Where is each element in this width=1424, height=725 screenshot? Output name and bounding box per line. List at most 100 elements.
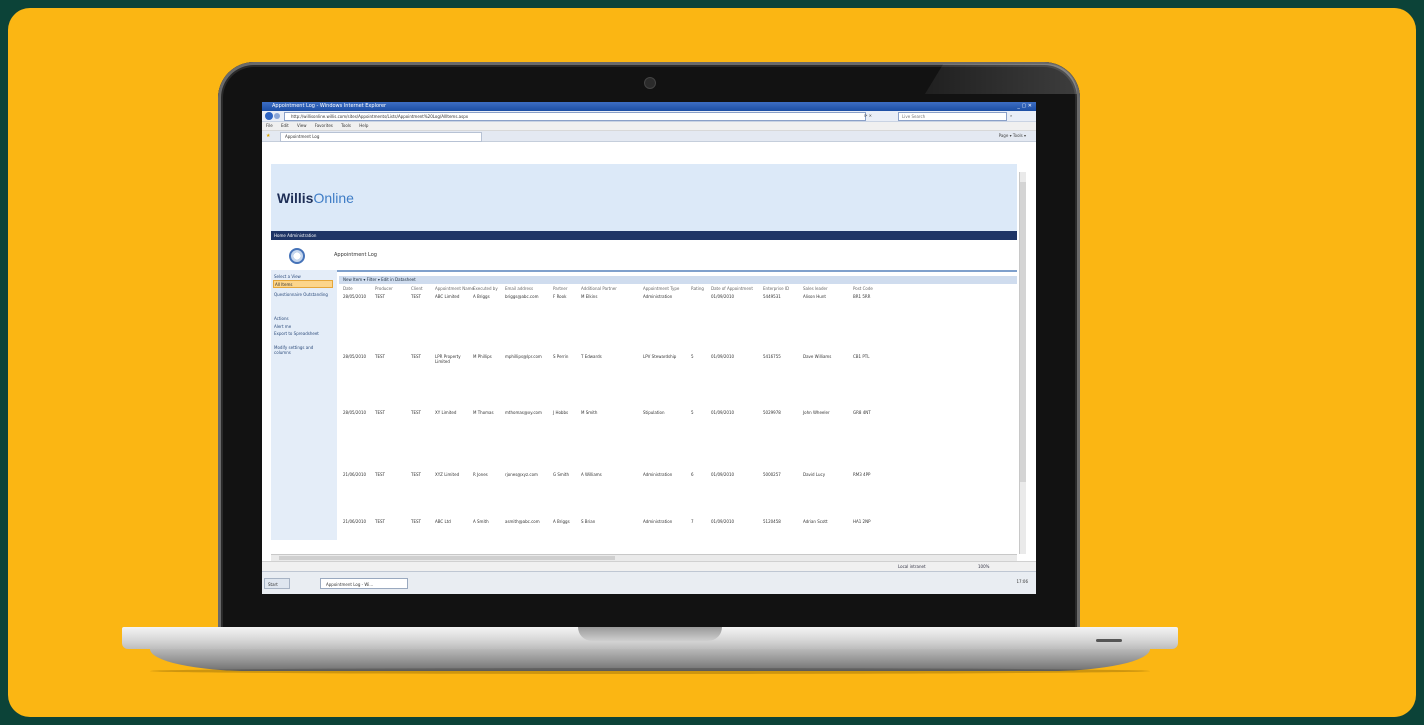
taskbar-ie-window[interactable]: Appointment Log - Wi...: [320, 578, 408, 589]
view-all-items[interactable]: All Items: [273, 280, 333, 288]
cell-appointment[interactable]: XY Limited: [435, 410, 469, 415]
left-nav: Select a View All Items Questionnaire Ou…: [271, 270, 337, 540]
cell-appointment[interactable]: LPR Property Limited: [435, 354, 469, 364]
favorites-star-icon[interactable]: ★: [266, 133, 270, 139]
column-header[interactable]: Appointment Name: [435, 286, 474, 291]
vertical-scrollbar[interactable]: [1019, 172, 1026, 554]
column-header[interactable]: Client: [411, 286, 423, 291]
clock: 17:06: [1016, 579, 1028, 584]
search-input[interactable]: Live Search: [898, 112, 1007, 121]
table-row[interactable]: 28/05/2010 TEST TEST ABC Limited A Briggs bri…: [343, 294, 1017, 302]
logo-bold: Willis: [277, 190, 314, 206]
cell-executed: M Phillips: [473, 354, 492, 359]
cell-postcode: RM3 4PP: [853, 472, 871, 477]
lid-glare: [925, 64, 1077, 94]
cell-partner: A Briggs: [553, 519, 570, 524]
column-header[interactable]: Partner: [553, 286, 568, 291]
refresh-icon[interactable]: ⟳ ✕: [864, 113, 872, 118]
cell-partner: G Smith: [553, 472, 570, 477]
tab-appointment-log[interactable]: Appointment Log: [280, 132, 482, 142]
cell-date-appt: 01/09/2010: [711, 294, 735, 299]
menu-tools[interactable]: Tools: [341, 123, 351, 128]
cell-email: rjones@xyz.com: [505, 472, 538, 477]
column-header[interactable]: Date of Appointment: [711, 286, 753, 291]
cell-type: Administration: [643, 472, 673, 477]
cell-date: 28/05/2010: [343, 410, 367, 415]
cell-leader: John Wheeler: [803, 410, 830, 415]
column-header[interactable]: Post Code: [853, 286, 873, 291]
taskbar: Start Appointment Log - Wi... 17:06: [262, 571, 1036, 594]
cell-enterprise: 5449531: [763, 294, 781, 299]
column-header[interactable]: Rating: [691, 286, 704, 291]
cell-type: Stipulation: [643, 410, 665, 415]
column-header[interactable]: Date: [343, 286, 353, 291]
cell-add-partner: S Brian: [581, 519, 596, 524]
column-header[interactable]: Email address: [505, 286, 533, 291]
logo-light: Online: [313, 190, 354, 206]
cell-date: 28/05/2010: [343, 294, 367, 299]
menu-favorites[interactable]: Favorites: [315, 123, 333, 128]
cell-enterprise: 5000257: [763, 472, 781, 477]
column-header[interactable]: Additional Partner: [581, 286, 617, 291]
table-row[interactable]: 21/06/2010 TEST TEST XYZ Limited R Jones rjon…: [343, 472, 1017, 480]
base-shadow: [150, 668, 1150, 674]
address-bar: http://willisonline.willis.com/sites/App…: [262, 111, 1036, 122]
column-header[interactable]: Executed by: [473, 286, 498, 291]
menu-help[interactable]: Help: [359, 123, 368, 128]
cell-partner: F Rook: [553, 294, 567, 299]
cell-executed: R Jones: [473, 472, 488, 477]
menu-view[interactable]: View: [297, 123, 307, 128]
top-nav[interactable]: Home Administration: [271, 231, 1017, 240]
cell-producer: TEST: [375, 354, 385, 359]
cell-executed: A Briggs: [473, 294, 490, 299]
table-row[interactable]: 28/05/2010 TEST TEST LPR Property Limited M …: [343, 354, 1017, 364]
back-icon[interactable]: [265, 112, 273, 120]
cell-client: TEST: [411, 410, 421, 415]
cell-rating: 5: [691, 354, 694, 359]
cell-appointment[interactable]: ABC Ltd: [435, 519, 469, 524]
menu-file[interactable]: File: [266, 123, 273, 128]
cell-appointment[interactable]: XYZ Limited: [435, 472, 469, 477]
site-banner: WillisOnline: [271, 164, 1017, 231]
action-alert[interactable]: Alert me: [274, 324, 291, 329]
action-export[interactable]: Export to Spreadsheet: [274, 331, 326, 336]
menu-edit[interactable]: Edit: [281, 123, 289, 128]
cell-postcode: BR1 5RR: [853, 294, 871, 299]
action-modify[interactable]: Modify settings and columns: [274, 345, 330, 355]
scroll-thumb[interactable]: [1020, 182, 1026, 482]
window-controls[interactable]: _ ▢ ✕: [1017, 103, 1032, 109]
cell-email: briggs@abc.com: [505, 294, 539, 299]
forward-icon[interactable]: [274, 113, 280, 119]
cell-postcode: GR8 4NT: [853, 410, 871, 415]
hscroll-thumb[interactable]: [279, 556, 615, 560]
column-header[interactable]: Producer: [375, 286, 393, 291]
table-row[interactable]: 21/06/2010 TEST TEST ABC Ltd A Smith asmith@a…: [343, 519, 1017, 527]
cell-enterprise: 5120458: [763, 519, 781, 524]
cell-executed: M Thomas: [473, 410, 494, 415]
tab-bar: ★ Appointment Log Page ▾ Tools ▾: [262, 131, 1036, 142]
menu-bar: File Edit View Favorites Tools Help: [262, 122, 1036, 131]
cell-partner: J Hobbs: [553, 410, 569, 415]
view-questionnaire[interactable]: Questionnaire Outstanding: [274, 292, 330, 297]
url-input[interactable]: http://willisonline.willis.com/sites/App…: [284, 112, 866, 121]
cell-add-partner: M Elkins: [581, 294, 598, 299]
cell-producer: TEST: [375, 472, 385, 477]
cell-enterprise: 5029978: [763, 410, 781, 415]
cell-date-appt: 01/09/2010: [711, 410, 735, 415]
willis-online-logo[interactable]: WillisOnline: [277, 190, 354, 206]
column-header[interactable]: Sales leader: [803, 286, 828, 291]
column-header[interactable]: Enterprise ID: [763, 286, 789, 291]
cell-add-partner: M Smith: [581, 410, 598, 415]
cell-type: Administration: [643, 519, 673, 524]
search-icon[interactable]: ⌕: [1010, 113, 1012, 118]
list-toolbar[interactable]: New Item ▾ Filter ▾ Edit in Datasheet: [339, 276, 1017, 284]
cell-producer: TEST: [375, 410, 385, 415]
table-row[interactable]: 28/05/2010 TEST TEST XY Limited M Thomas mtho…: [343, 410, 1017, 418]
start-button[interactable]: Start: [264, 578, 290, 589]
actions-label: Actions: [274, 316, 289, 321]
column-header[interactable]: Appointment Type: [643, 286, 679, 291]
command-bar[interactable]: Page ▾ Tools ▾: [999, 133, 1026, 138]
cell-appointment[interactable]: ABC Limited: [435, 294, 469, 299]
cell-postcode: HA1 2NP: [853, 519, 871, 524]
cell-date: 28/05/2010: [343, 354, 367, 359]
